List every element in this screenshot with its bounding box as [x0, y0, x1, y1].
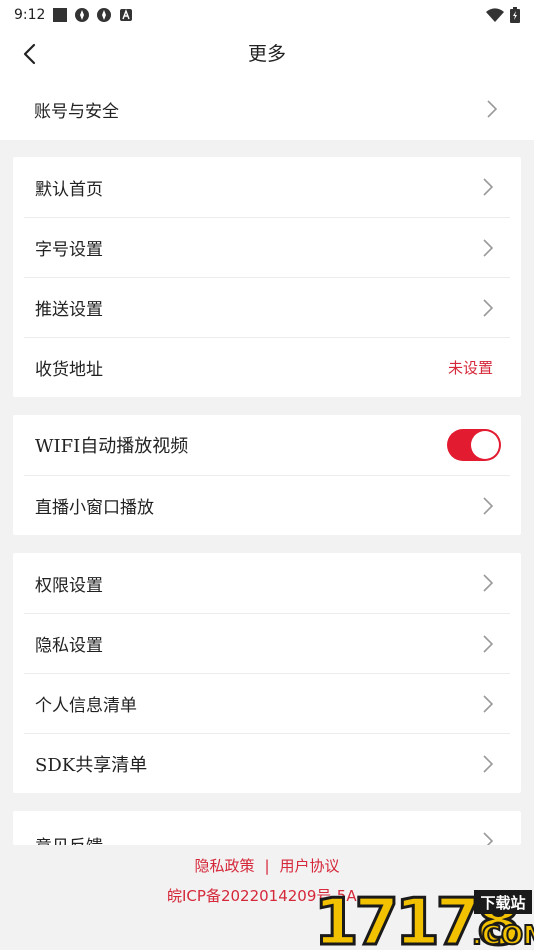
chevron-right-icon	[483, 832, 494, 845]
feedback-label: 意见反馈	[35, 832, 103, 845]
permission-settings-item[interactable]: 权限设置	[24, 553, 510, 613]
personal-info-list-label: 个人信息清单	[35, 696, 137, 716]
chevron-right-icon	[487, 100, 498, 118]
notification-square-icon	[53, 8, 68, 22]
privacy-settings-item[interactable]: 隐私设置	[24, 613, 510, 673]
app-badge-icon	[97, 8, 112, 22]
permission-settings-label: 权限设置	[35, 575, 103, 596]
chevron-right-icon	[483, 238, 494, 257]
header: 更多	[0, 30, 534, 78]
account-security-item[interactable]: 账号与安全	[0, 78, 534, 140]
chevron-right-icon	[483, 694, 494, 713]
shipping-address-status: 未设置	[447, 359, 493, 377]
shipping-address-item[interactable]: 收货地址 未设置	[24, 337, 510, 397]
battery-icon	[510, 7, 520, 23]
site-watermark-logo: 17178 下载站 .COM	[313, 886, 534, 950]
app-badge-icon	[75, 8, 90, 22]
push-settings-label: 推送设置	[35, 300, 103, 320]
chevron-right-icon	[483, 496, 494, 515]
settings-group-feedback: 意见反馈	[13, 811, 521, 845]
chevron-right-icon	[483, 754, 494, 773]
default-home-label: 默认首页	[35, 179, 103, 200]
wifi-autoplay-item: WIFI自动播放视频	[24, 415, 510, 475]
watermark-domain-text: .COM	[472, 921, 534, 950]
toggle-knob	[471, 431, 499, 459]
wifi-autoplay-label: WIFI自动播放视频	[35, 436, 189, 457]
live-mini-window-label: 直播小窗口播放	[35, 498, 154, 518]
chevron-right-icon	[483, 298, 494, 317]
status-time: 9:12	[14, 7, 46, 23]
privacy-settings-label: 隐私设置	[35, 636, 103, 656]
chevron-right-icon	[483, 574, 494, 592]
watermark-badge-text: 下载站	[480, 894, 525, 912]
privacy-policy-link[interactable]: 隐私政策	[194, 857, 254, 875]
footer-links: 隐私政策 | 用户协议	[0, 855, 534, 876]
push-settings-item[interactable]: 推送设置	[24, 277, 510, 337]
shipping-address-label: 收货地址	[35, 360, 103, 380]
sdk-share-list-item[interactable]: SDK共享清单	[24, 733, 510, 793]
default-home-item[interactable]: 默认首页	[24, 157, 510, 217]
user-agreement-link[interactable]: 用户协议	[280, 857, 340, 875]
a-badge-icon	[120, 9, 133, 21]
font-size-label: 字号设置	[35, 240, 103, 260]
status-bar: 9:12	[0, 0, 534, 30]
page-title: 更多	[247, 43, 286, 65]
wifi-autoplay-toggle[interactable]	[447, 429, 501, 461]
live-mini-window-item[interactable]: 直播小窗口播放	[24, 475, 510, 535]
sdk-share-list-label: SDK共享清单	[35, 754, 148, 776]
account-security-label: 账号与安全	[34, 101, 119, 122]
font-size-item[interactable]: 字号设置	[24, 217, 510, 277]
personal-info-list-item[interactable]: 个人信息清单	[24, 673, 510, 733]
footer-separator: |	[264, 857, 270, 875]
wifi-signal-icon	[486, 8, 504, 22]
settings-group-privacy: 权限设置 隐私设置 个人信息清单 SDK共享清单	[13, 553, 521, 793]
settings-group-playback: WIFI自动播放视频 直播小窗口播放	[13, 415, 521, 535]
chevron-right-icon	[483, 634, 494, 653]
chevron-right-icon	[483, 178, 494, 196]
feedback-item[interactable]: 意见反馈	[24, 811, 510, 845]
settings-group-general: 默认首页 字号设置 推送设置 收货地址 未设置	[13, 157, 521, 397]
